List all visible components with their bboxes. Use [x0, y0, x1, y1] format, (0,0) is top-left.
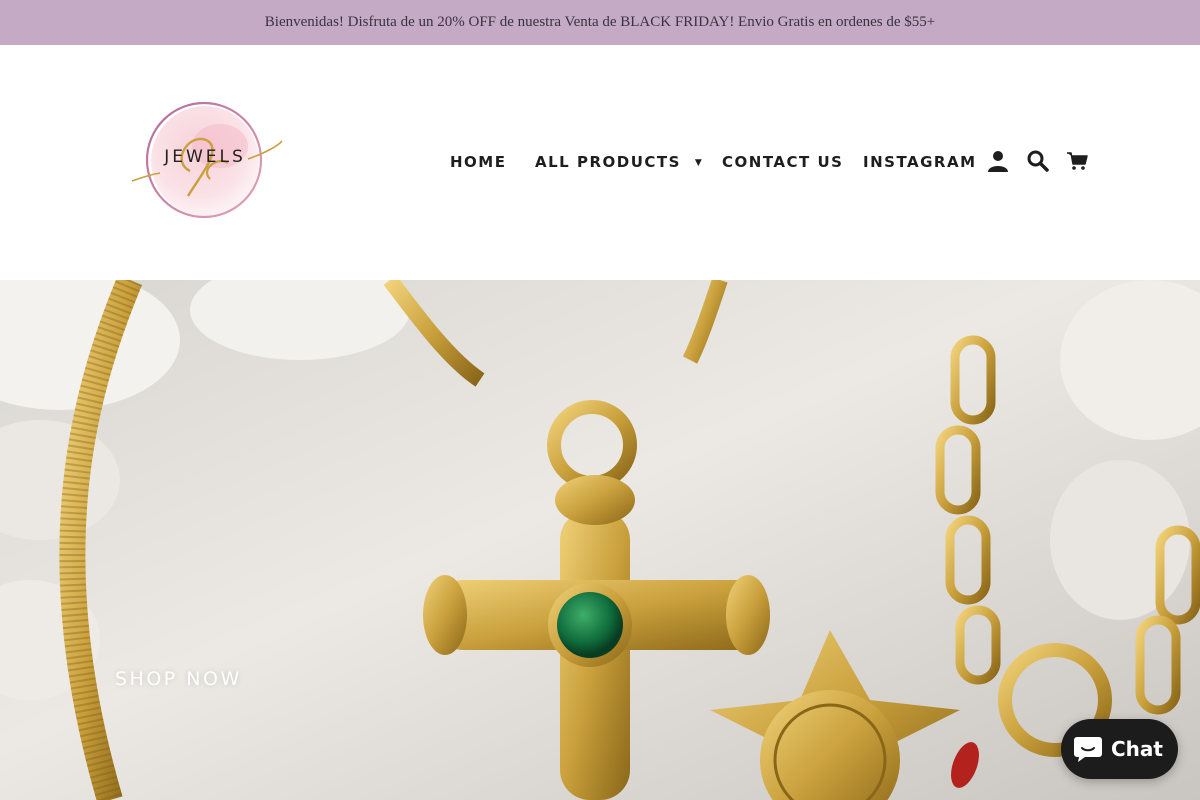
chat-button[interactable]: Chat [1061, 719, 1178, 779]
chat-bubble-icon [1074, 737, 1102, 762]
logo-text: JEWELS [164, 147, 246, 167]
nav-all-products[interactable]: ALL PRODUCTS ▼ [535, 153, 703, 171]
announcement-text: Bienvenidas! Disfruta de un 20% OFF de n… [264, 14, 936, 30]
shop-now-link[interactable]: SHOP NOW [115, 668, 242, 690]
nav-contact-us[interactable]: CONTACT US [722, 153, 843, 171]
cart-icon[interactable] [1065, 149, 1089, 173]
nav-instagram[interactable]: INSTAGRAM [863, 153, 977, 171]
nav-all-products-label: ALL PRODUCTS [535, 153, 681, 171]
hero-banner[interactable]: SHOP NOW [0, 280, 1200, 800]
user-icon[interactable] [986, 149, 1010, 173]
hero-image [0, 280, 1200, 800]
announcement-bar: Bienvenidas! Disfruta de un 20% OFF de n… [0, 0, 1200, 45]
chat-label: Chat [1111, 737, 1163, 761]
search-icon[interactable] [1026, 149, 1050, 173]
caret-down-icon: ▼ [694, 158, 704, 168]
nav-home[interactable]: HOME [450, 153, 506, 171]
site-header: JEWELS HOME ALL PRODUCTS ▼ CONTACT US INS… [0, 45, 1200, 280]
